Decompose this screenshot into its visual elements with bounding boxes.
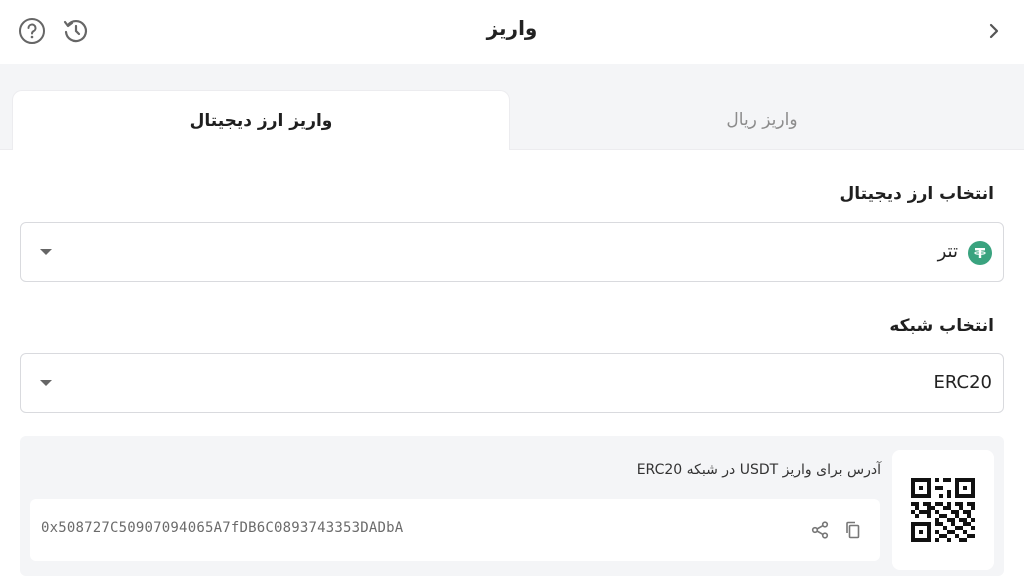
dropdown-caret-icon	[40, 380, 52, 386]
copy-icon[interactable]	[841, 518, 865, 542]
coin-select[interactable]: تتر	[20, 222, 1004, 282]
tether-icon	[968, 241, 992, 265]
deposit-address-caption: آدرس برای واریز USDT در شبکه ERC20	[636, 462, 881, 478]
deposit-address[interactable]: 0x508727C50907094065A7fDB6C0893743353DAD…	[41, 520, 403, 536]
chevron-right-icon[interactable]	[977, 14, 1011, 48]
network-select-value: ERC20	[933, 372, 992, 393]
network-select[interactable]: ERC20	[20, 353, 1004, 413]
deposit-address-panel: آدرس برای واریز USDT در شبکه ERC20 0x508…	[20, 436, 1004, 576]
tab-crypto-deposit[interactable]: واریز ارز دیجیتال	[12, 90, 510, 150]
coin-select-value: تتر	[937, 241, 958, 262]
deposit-address-box: 0x508727C50907094065A7fDB6C0893743353DAD…	[30, 499, 880, 561]
qr-code-icon[interactable]	[892, 450, 994, 570]
dropdown-caret-icon	[40, 249, 52, 255]
deposit-tabs: واریز ارز دیجیتال واریز ریال	[0, 64, 1024, 150]
share-icon[interactable]	[808, 518, 832, 542]
coin-select-label: انتخاب ارز دیجیتال	[839, 184, 994, 204]
network-select-label: انتخاب شبکه	[889, 316, 994, 336]
top-bar: واریز	[0, 0, 1024, 64]
tab-rial-deposit[interactable]: واریز ریال	[512, 90, 1012, 150]
page-title: واریز	[486, 16, 538, 40]
